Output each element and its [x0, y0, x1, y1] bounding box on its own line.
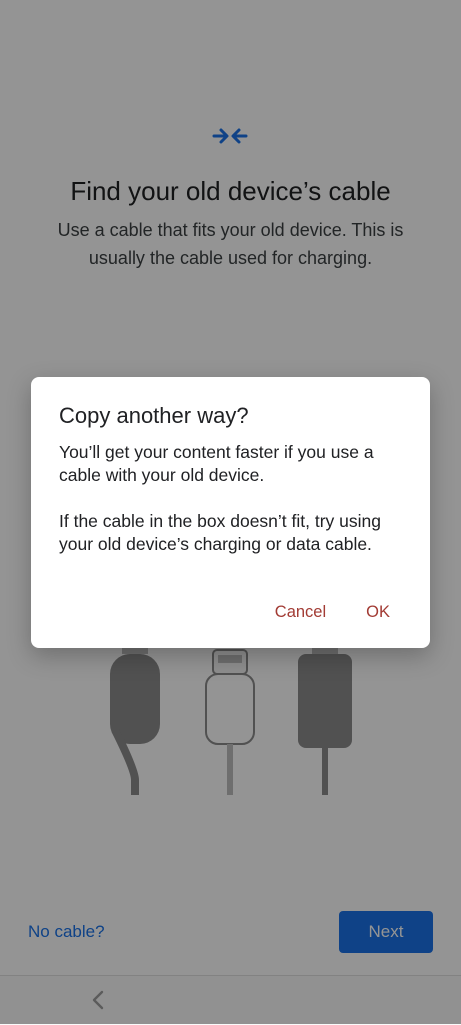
- copy-another-way-dialog: Copy another way? You’ll get your conten…: [31, 377, 430, 648]
- dialog-paragraph-2: If the cable in the box doesn’t fit, try…: [59, 511, 381, 554]
- ok-button[interactable]: OK: [366, 603, 390, 622]
- dialog-title: Copy another way?: [59, 403, 249, 428]
- dialog-actions: Cancel OK: [275, 603, 390, 622]
- dialog-paragraph-1: You’ll get your content faster if you us…: [59, 442, 374, 485]
- dialog-body: You’ll get your content faster if you us…: [59, 441, 409, 556]
- cancel-button[interactable]: Cancel: [275, 603, 326, 622]
